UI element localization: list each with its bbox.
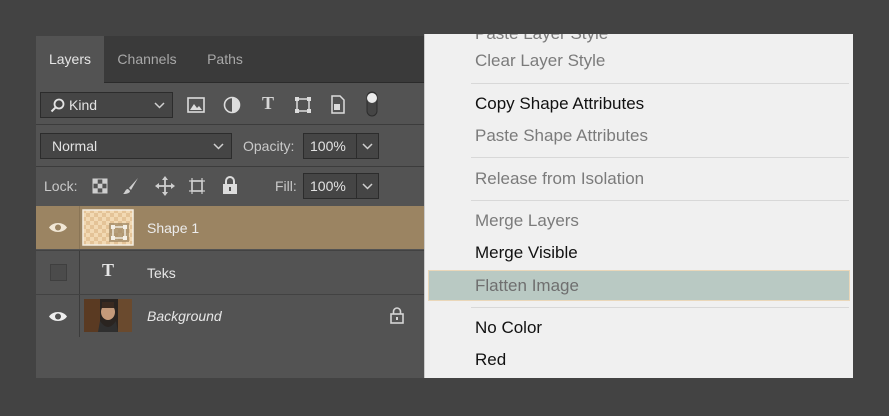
tab-layers[interactable]: Layers	[36, 36, 104, 83]
image-filter-icon[interactable]	[187, 97, 205, 113]
menu-item-clear-layer-style[interactable]: Clear Layer Style	[475, 51, 605, 71]
menu-separator	[471, 200, 849, 201]
lock-icon[interactable]	[390, 307, 404, 324]
kind-filter-select[interactable]: Kind	[40, 92, 173, 118]
layer-row-background[interactable]: Background	[36, 294, 426, 337]
lock-artboard-icon[interactable]	[187, 176, 207, 196]
opacity-field[interactable]: 100%	[303, 133, 379, 159]
tab-channels[interactable]: Channels	[106, 36, 188, 82]
menu-item-red[interactable]: Red	[475, 350, 506, 370]
shape-filter-icon[interactable]	[294, 96, 312, 114]
eye-icon	[49, 223, 67, 232]
tab-paths[interactable]: Paths	[192, 36, 258, 82]
menu-item-flatten-image[interactable]: Flatten Image	[475, 276, 579, 296]
blend-row: Normal Opacity: 100%	[36, 125, 426, 165]
lock-label: Lock:	[44, 178, 78, 194]
layers-panel: Layers Channels Paths Kind T Normal Opac…	[36, 36, 426, 378]
fill-label: Fill:	[275, 178, 297, 194]
layer-thumbnail-shape	[82, 209, 134, 246]
visibility-toggle[interactable]	[36, 251, 80, 294]
menu-item-merge-layers[interactable]: Merge Layers	[475, 211, 579, 231]
context-menu: Paste Layer Style Clear Layer Style Copy…	[424, 34, 853, 378]
lock-pixels-brush-icon[interactable]	[122, 177, 140, 195]
layer-row-shape-1[interactable]: Shape 1	[36, 206, 426, 249]
chevron-down-icon[interactable]	[362, 143, 373, 150]
lock-row: Lock: Fill: 100%	[36, 167, 426, 205]
blend-mode-select[interactable]: Normal	[40, 133, 232, 159]
layer-row-teks[interactable]: T Teks	[36, 250, 426, 294]
fill-value: 100%	[310, 178, 346, 194]
menu-item-paste-layer-style[interactable]: Paste Layer Style	[475, 34, 608, 44]
filter-row: Kind T	[36, 83, 426, 123]
lock-transparency-icon[interactable]	[92, 178, 108, 194]
visibility-toggle[interactable]	[36, 206, 80, 249]
chevron-down-icon[interactable]	[362, 183, 373, 190]
opacity-value: 100%	[310, 138, 346, 154]
panel-tab-bar: Layers Channels Paths	[36, 36, 426, 83]
menu-separator	[471, 307, 849, 308]
text-layer-icon: T	[101, 260, 114, 280]
chevron-down-icon	[213, 143, 224, 150]
layer-name: Shape 1	[147, 220, 200, 236]
smart-object-filter-icon[interactable]	[330, 95, 346, 114]
chevron-down-icon	[154, 102, 165, 109]
blend-mode-value: Normal	[52, 138, 98, 154]
hidden-visibility-box	[50, 264, 67, 281]
visibility-toggle[interactable]	[36, 295, 80, 337]
search-icon	[50, 98, 65, 113]
menu-separator	[471, 83, 849, 84]
menu-item-copy-shape-attributes[interactable]: Copy Shape Attributes	[475, 94, 644, 114]
adjustment-filter-icon[interactable]	[223, 96, 241, 114]
menu-item-release-from-isolation[interactable]: Release from Isolation	[475, 169, 644, 189]
lock-all-icon[interactable]	[222, 176, 238, 195]
layer-thumbnail-photo	[84, 299, 132, 332]
menu-separator	[471, 157, 849, 158]
fill-field[interactable]: 100%	[303, 173, 379, 199]
kind-label: Kind	[69, 97, 98, 113]
lock-position-move-icon[interactable]	[155, 176, 175, 196]
filter-toggle-icon[interactable]	[366, 91, 378, 117]
menu-item-no-color[interactable]: No Color	[475, 318, 542, 338]
menu-item-paste-shape-attributes[interactable]: Paste Shape Attributes	[475, 126, 648, 146]
type-filter-icon[interactable]: T	[258, 93, 278, 114]
layer-name: Background	[147, 308, 222, 324]
eye-icon	[49, 312, 67, 321]
opacity-label: Opacity:	[243, 138, 295, 154]
menu-item-merge-visible[interactable]: Merge Visible	[475, 243, 578, 263]
layer-name: Teks	[147, 265, 176, 281]
